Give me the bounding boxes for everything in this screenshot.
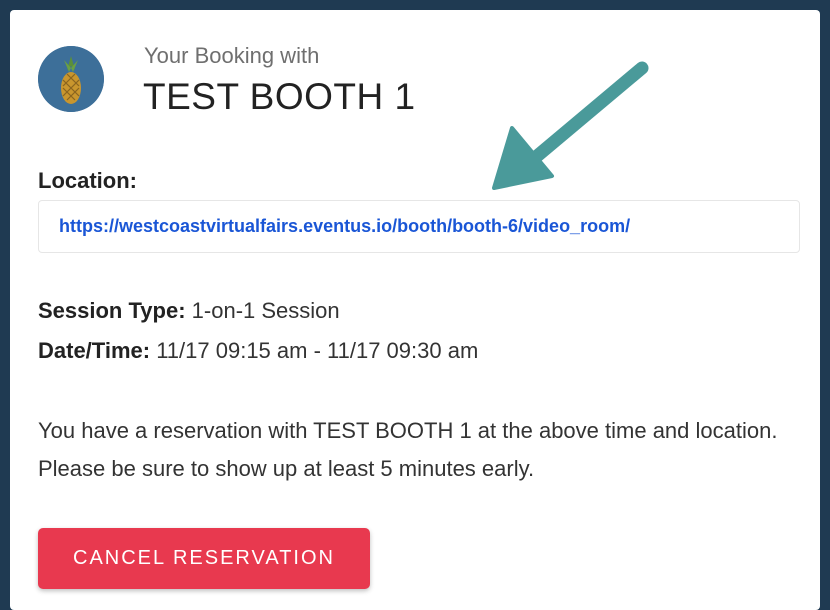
location-box: https://westcoastvirtualfairs.eventus.io… bbox=[38, 200, 800, 253]
booth-title: TEST BOOTH 1 bbox=[143, 76, 416, 117]
datetime-row: Date/Time: 11/17 09:15 am - 11/17 09:30 … bbox=[38, 338, 478, 364]
booking-subtitle: Your Booking with bbox=[144, 43, 320, 68]
location-link[interactable]: https://westcoastvirtualfairs.eventus.io… bbox=[59, 216, 630, 237]
reservation-message: You have a reservation with TEST BOOTH 1… bbox=[38, 418, 778, 481]
datetime-label: Date/Time: bbox=[38, 338, 151, 363]
booking-card: Your Booking with TEST BOOTH 1 Location:… bbox=[10, 10, 820, 610]
datetime-value: 11/17 09:15 am - 11/17 09:30 am bbox=[156, 338, 479, 363]
session-type-label: Session Type: bbox=[38, 298, 186, 323]
booth-avatar bbox=[38, 46, 104, 112]
pineapple-icon bbox=[38, 46, 104, 112]
session-type-value: 1-on-1 Session bbox=[191, 298, 340, 323]
cancel-reservation-button[interactable]: CANCEL RESERVATION bbox=[38, 528, 370, 589]
arrow-icon bbox=[492, 61, 649, 190]
session-type-row: Session Type: 1-on-1 Session bbox=[38, 298, 340, 324]
location-label: Location: bbox=[38, 168, 137, 193]
